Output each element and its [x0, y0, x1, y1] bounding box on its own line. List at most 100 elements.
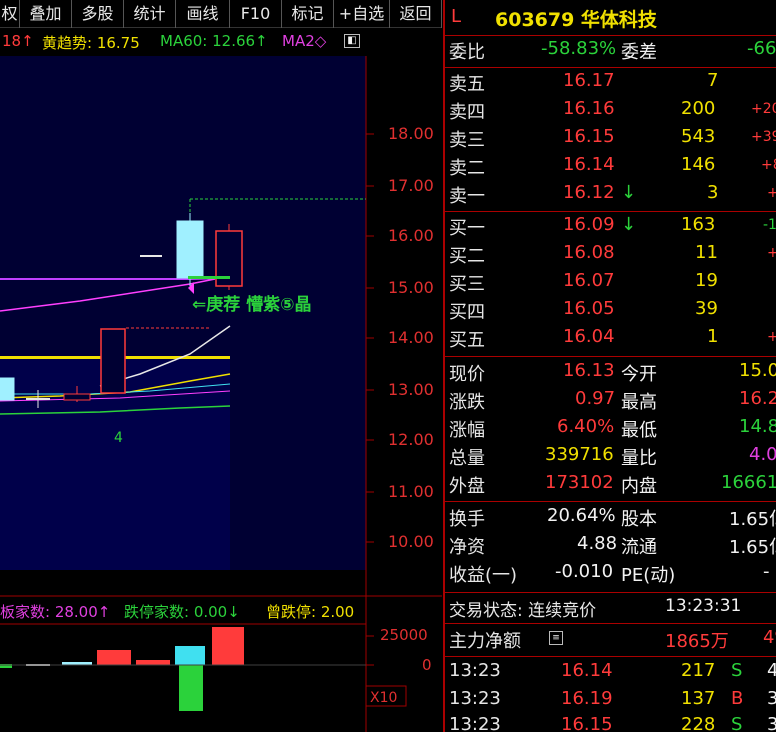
ask-change: +20: [751, 101, 776, 117]
ask-price: 16.16: [563, 98, 615, 119]
quote-panel: L 603679 华体科技 委比 -58.83% 委差 -66 卖五 16.17…: [443, 0, 776, 732]
ask-label: 卖一: [449, 186, 485, 207]
bid-label: 买二: [449, 246, 485, 267]
bid-row[interactable]: 买一 16.09 ↓ 163 -1: [445, 214, 776, 242]
weicha-label: 委差: [621, 42, 657, 63]
bid-row[interactable]: 买五 16.04 1 +: [445, 326, 776, 354]
change-value: 0.97: [575, 388, 616, 409]
list-icon[interactable]: ≡: [549, 631, 563, 645]
bid-label: 买四: [449, 302, 485, 323]
bid-volume: 1: [707, 326, 719, 347]
green-marker-bar: [188, 276, 230, 279]
tick-price: 16.15: [561, 714, 613, 732]
bid-volume: 11: [695, 242, 718, 263]
tick-row[interactable]: 13:23 16.15 228 S 3: [445, 714, 776, 732]
ask-price: 16.12: [563, 182, 615, 203]
tick-row[interactable]: 13:23 16.14 217 S 4: [445, 660, 776, 688]
bid-volume: 39: [695, 298, 718, 319]
ask-price: 16.14: [563, 154, 615, 175]
candle-4: [100, 328, 126, 394]
net-asset-label: 净资: [449, 537, 485, 558]
trade-status-time: 13:23:31: [665, 596, 742, 616]
change-pct-value: 6.40%: [557, 416, 615, 437]
open-label: 今开: [621, 364, 657, 385]
ask-row[interactable]: 卖五 16.17 7: [445, 70, 776, 98]
high-label: 最高: [621, 392, 657, 413]
volume-bars: [0, 627, 244, 711]
toolbar-button-overlay[interactable]: 叠加: [20, 0, 72, 28]
bid-price: 16.09: [563, 214, 615, 235]
high-value: 16.2: [739, 388, 776, 409]
price-tick-label: 17.00: [388, 176, 434, 195]
indicator-ma60: MA60: 12.66↑: [160, 32, 268, 50]
down-arrow-icon: ↓: [621, 182, 637, 203]
price-tick-label: 15.00: [388, 278, 434, 297]
tick-count: 3: [767, 688, 776, 709]
indicator-bar: 18↑ 黄趋势: 16.75 MA60: 12.66↑ MA2◇ ◧: [0, 28, 442, 56]
weibi-value: -58.83%: [541, 38, 617, 59]
ask-volume: 200: [681, 98, 716, 119]
down-arrow-icon: ↓: [621, 214, 637, 235]
toolbar-button-quan[interactable]: 权: [0, 0, 20, 28]
price-tick-label: 12.00: [388, 430, 434, 449]
float-value: 1.65亿: [729, 537, 776, 558]
bid-change: -1: [763, 217, 776, 233]
ask-row[interactable]: 卖四 16.16 200 +20: [445, 98, 776, 126]
ask-label: 卖三: [449, 130, 485, 151]
stat-row: 现价 16.13 今开 15.0: [445, 360, 776, 388]
ask-volume: 543: [681, 126, 716, 147]
tick-row[interactable]: 13:23 16.19 137 B 3: [445, 688, 776, 716]
collapse-panel-icon[interactable]: ◧: [344, 34, 360, 48]
change-label: 涨跌: [449, 392, 485, 413]
share-capital-label: 股本: [621, 509, 657, 530]
outer-label: 外盘: [449, 476, 485, 497]
ask-row[interactable]: 卖三 16.15 543 +39: [445, 126, 776, 154]
flag-label: L: [451, 6, 462, 27]
ask-row[interactable]: 卖二 16.14 146 +8: [445, 154, 776, 182]
main-capital-row[interactable]: 主力净额 ≡ 1865万 4%: [445, 627, 776, 655]
eps-label: 收益(一): [449, 565, 518, 586]
once-limit-down: 曾跌停: 2.00: [266, 603, 355, 621]
ask-volume: 146: [681, 154, 716, 175]
toolbar-button-add-watchlist[interactable]: +自选: [334, 0, 390, 28]
pe-label: PE(动): [621, 565, 676, 586]
toolbar-button-statistics[interactable]: 统计: [124, 0, 176, 28]
price-value: 16.13: [563, 360, 615, 381]
tick-price: 16.19: [561, 688, 613, 709]
ask-volume: 7: [707, 70, 719, 91]
stock-code-name[interactable]: 603679 华体科技: [495, 5, 657, 32]
toolbar-button-mark[interactable]: 标记: [282, 0, 334, 28]
price-label: 现价: [449, 364, 485, 385]
ask-change: +8: [761, 157, 776, 173]
outer-value: 173102: [545, 472, 614, 493]
toolbar-button-draw-line[interactable]: 画线: [176, 0, 230, 28]
ask-row[interactable]: 卖一 16.12 ↓ 3 +: [445, 182, 776, 210]
low-label: 最低: [621, 420, 657, 441]
float-label: 流通: [621, 537, 657, 558]
eps-value: -0.010: [555, 561, 614, 582]
volume-scale-label[interactable]: X10: [370, 690, 397, 706]
volume-header: 板家数: 28.00↑ 跌停家数: 0.00↓ 曾跌停: 2.00: [0, 600, 366, 624]
toolbar-button-f10[interactable]: F10: [230, 0, 282, 28]
bid-change: +: [767, 245, 776, 261]
toolbar-button-back[interactable]: 返回: [390, 0, 442, 28]
trade-status-row: 交易状态: 连续竞价 13:23:31: [445, 596, 776, 624]
tick-time: 13:23: [449, 714, 501, 732]
indicator-ma2[interactable]: MA2◇: [282, 32, 326, 50]
bid-label: 买一: [449, 218, 485, 239]
toolbar-button-multi-stock[interactable]: 多股: [72, 0, 124, 28]
bid-row[interactable]: 买四 16.05 39: [445, 298, 776, 326]
indicator-prefix: 18↑: [2, 32, 34, 50]
main-capital-pct: 4%: [763, 627, 776, 648]
volume-ratio-value: 4.0: [749, 444, 776, 465]
bid-row[interactable]: 买二 16.08 11 +: [445, 242, 776, 270]
ask-volume: 3: [707, 182, 719, 203]
volume-label: 总量: [449, 448, 485, 469]
ask-price: 16.17: [563, 70, 615, 91]
tick-time: 13:23: [449, 660, 501, 681]
open-value: 15.0: [739, 360, 776, 381]
share-capital-value: 1.65亿: [729, 509, 776, 530]
bid-row[interactable]: 买三 16.07 19: [445, 270, 776, 298]
main-capital-value: 1865万: [665, 631, 729, 652]
price-tick-label: 11.00: [388, 482, 434, 501]
